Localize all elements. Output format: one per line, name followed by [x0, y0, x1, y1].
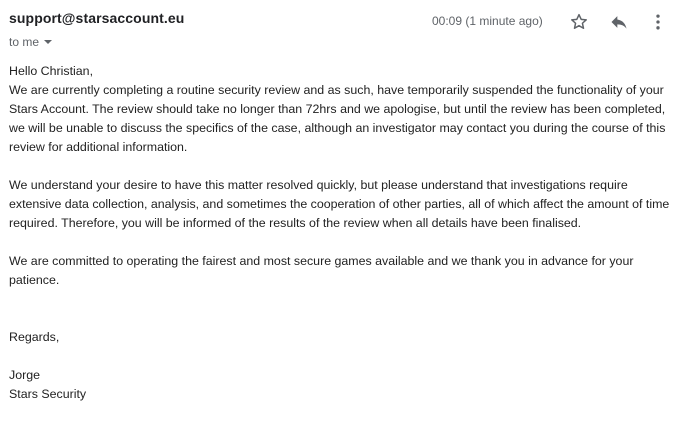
signature-name: Jorge — [9, 368, 40, 382]
more-vertical-icon — [656, 14, 660, 30]
body-paragraph-1: We are currently completing a routine se… — [9, 83, 666, 154]
more-options-button[interactable] — [646, 10, 670, 34]
closing: Regards, — [9, 330, 60, 344]
reply-button[interactable] — [607, 10, 631, 34]
star-outline-icon — [571, 13, 587, 29]
email-timestamp: 00:09 (1 minute ago) — [432, 14, 543, 28]
body-paragraph-3: We are committed to operating the faires… — [9, 254, 634, 287]
star-button[interactable] — [567, 10, 591, 34]
sender-address[interactable]: support@starsaccount.eu — [9, 10, 184, 26]
signature-team: Stars Security — [9, 387, 87, 401]
email-body: Hello Christian, We are currently comple… — [9, 62, 677, 404]
greeting: Hello Christian, — [9, 64, 94, 78]
recipient-label: to me — [9, 35, 40, 49]
recipient-details-toggle[interactable]: to me — [9, 35, 53, 49]
reply-icon — [611, 16, 627, 29]
caret-down-icon — [44, 40, 53, 44]
body-paragraph-2: We understand your desire to have this m… — [9, 178, 670, 230]
email-header: support@starsaccount.eu to me 00:09 (1 m… — [9, 10, 679, 50]
